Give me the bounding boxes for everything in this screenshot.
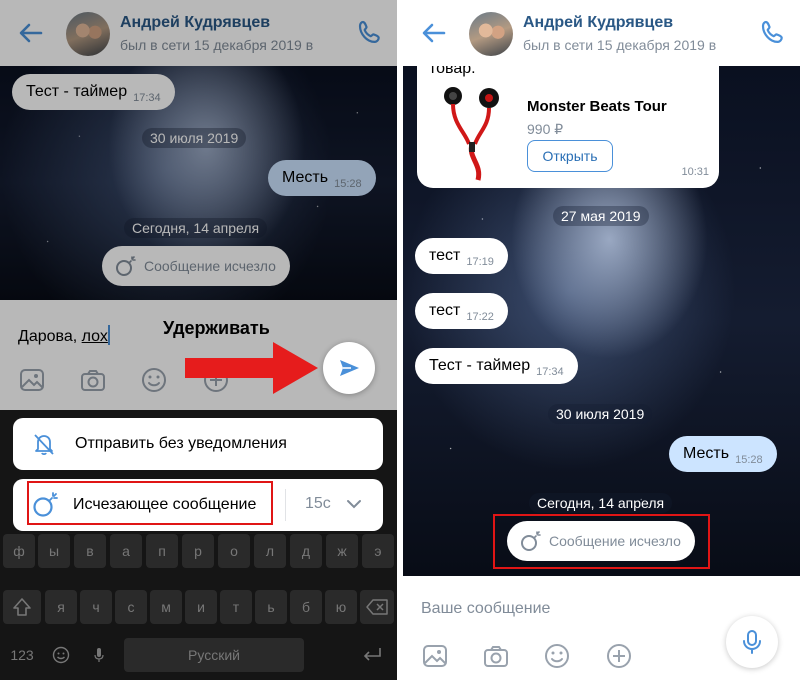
camera-icon[interactable] bbox=[482, 642, 510, 670]
key[interactable]: а bbox=[110, 534, 142, 568]
product-price: 990 ₽ bbox=[527, 121, 564, 137]
emoji-icon[interactable] bbox=[543, 642, 571, 670]
key[interactable]: ю bbox=[325, 590, 357, 624]
red-arrow-icon bbox=[185, 342, 318, 394]
keyboard-row-mid: я ч с м и т ь б ю bbox=[0, 590, 397, 624]
hold-annotation: Удерживать bbox=[163, 318, 270, 338]
phone-icon[interactable] bbox=[758, 18, 788, 48]
space-key[interactable]: Русский bbox=[124, 638, 304, 672]
message-time: 10:31 bbox=[681, 166, 709, 178]
product-title[interactable]: Monster Beats Tour bbox=[527, 98, 667, 115]
menu-send-silent[interactable]: Отправить без уведомления bbox=[13, 418, 383, 470]
highlight-frame bbox=[27, 481, 273, 525]
plus-icon[interactable] bbox=[605, 642, 633, 670]
key[interactable]: ы bbox=[38, 534, 70, 568]
key[interactable]: р bbox=[182, 534, 214, 568]
key[interactable]: я bbox=[45, 590, 77, 624]
date-separator: 30 июля 2019 bbox=[548, 404, 653, 424]
key[interactable]: п bbox=[146, 534, 178, 568]
backspace-key[interactable] bbox=[360, 590, 394, 624]
key[interactable]: м bbox=[150, 590, 182, 624]
enter-key[interactable] bbox=[350, 638, 394, 672]
message-time: 17:19 bbox=[466, 256, 494, 268]
key[interactable]: б bbox=[290, 590, 322, 624]
key[interactable]: д bbox=[290, 534, 322, 568]
left-screen: Андрей Кудрявцев был в сети 15 декабря 2… bbox=[0, 0, 397, 680]
open-button[interactable]: Открыть bbox=[527, 140, 613, 172]
message-bubble[interactable]: тест 17:19 bbox=[415, 238, 508, 274]
smile-icon bbox=[52, 646, 70, 664]
contact-name[interactable]: Андрей Кудрявцев bbox=[523, 14, 673, 32]
send-button[interactable] bbox=[323, 342, 375, 394]
message-text: Тест - таймер bbox=[429, 357, 531, 374]
contact-status: был в сети 15 декабря 2019 в bbox=[523, 37, 717, 53]
message-text: Месть bbox=[683, 445, 730, 462]
microphone-icon bbox=[743, 630, 761, 654]
key[interactable]: ч bbox=[80, 590, 112, 624]
highlight-frame bbox=[493, 514, 710, 569]
bell-off-icon bbox=[34, 434, 54, 456]
message-time: 15:28 bbox=[735, 454, 763, 466]
chat-area[interactable]: товар. Monster Beats Tour 990 ₽ Открыть … bbox=[403, 66, 800, 576]
enter-icon bbox=[363, 648, 381, 661]
key[interactable]: и bbox=[185, 590, 217, 624]
message-bubble[interactable]: тест 17:22 bbox=[415, 293, 508, 329]
message-time: 17:22 bbox=[466, 311, 494, 323]
message-text: тест bbox=[429, 302, 461, 319]
key[interactable]: т bbox=[220, 590, 252, 624]
timer-value[interactable]: 15с bbox=[305, 495, 331, 513]
avatar[interactable] bbox=[469, 12, 513, 56]
key[interactable]: ж bbox=[326, 534, 358, 568]
shift-key[interactable] bbox=[3, 590, 41, 624]
key[interactable]: в bbox=[74, 534, 106, 568]
message-text: тест bbox=[429, 247, 461, 264]
symbols-key[interactable]: 123 bbox=[3, 638, 41, 672]
backspace-icon bbox=[366, 599, 388, 615]
chat-header: Андрей Кудрявцев был в сети 15 декабря 2… bbox=[403, 0, 800, 66]
message-input[interactable]: Ваше сообщение bbox=[421, 600, 550, 618]
key[interactable]: о bbox=[218, 534, 250, 568]
date-separator: Сегодня, 14 апреля bbox=[529, 493, 673, 513]
chevron-down-icon[interactable] bbox=[346, 498, 362, 510]
voice-key[interactable] bbox=[80, 638, 118, 672]
compose-bar: Ваше сообщение bbox=[403, 576, 800, 680]
headphones-image bbox=[444, 87, 499, 181]
key[interactable]: ф bbox=[3, 534, 35, 568]
key[interactable]: ь bbox=[255, 590, 287, 624]
key[interactable]: э bbox=[362, 534, 394, 568]
send-icon bbox=[340, 360, 359, 376]
mic-small-icon bbox=[94, 648, 104, 662]
message-bubble[interactable]: Тест - таймер 17:34 bbox=[415, 348, 578, 384]
gallery-icon[interactable] bbox=[421, 642, 449, 670]
comma-key[interactable] bbox=[308, 638, 348, 672]
product-card[interactable]: товар. Monster Beats Tour 990 ₽ Открыть … bbox=[417, 66, 719, 188]
shift-icon bbox=[13, 598, 31, 616]
right-screen: Андрей Кудрявцев был в сети 15 декабря 2… bbox=[403, 0, 800, 680]
back-arrow-icon[interactable] bbox=[419, 18, 449, 48]
emoji-key[interactable] bbox=[45, 638, 77, 672]
keyboard-row-top: ф ы в а п р о л д ж э bbox=[0, 534, 397, 568]
message-time: 17:34 bbox=[536, 366, 564, 378]
menu-label: Отправить без уведомления bbox=[75, 435, 287, 452]
key[interactable]: с bbox=[115, 590, 147, 624]
product-caption: товар. bbox=[429, 66, 476, 77]
message-bubble-outgoing[interactable]: Месть 15:28 bbox=[669, 436, 777, 472]
divider bbox=[285, 489, 286, 521]
date-separator: 27 мая 2019 bbox=[553, 206, 649, 226]
key[interactable]: л bbox=[254, 534, 286, 568]
voice-message-button[interactable] bbox=[726, 616, 778, 668]
keyboard-row-bottom: 123 Русский bbox=[0, 638, 397, 672]
